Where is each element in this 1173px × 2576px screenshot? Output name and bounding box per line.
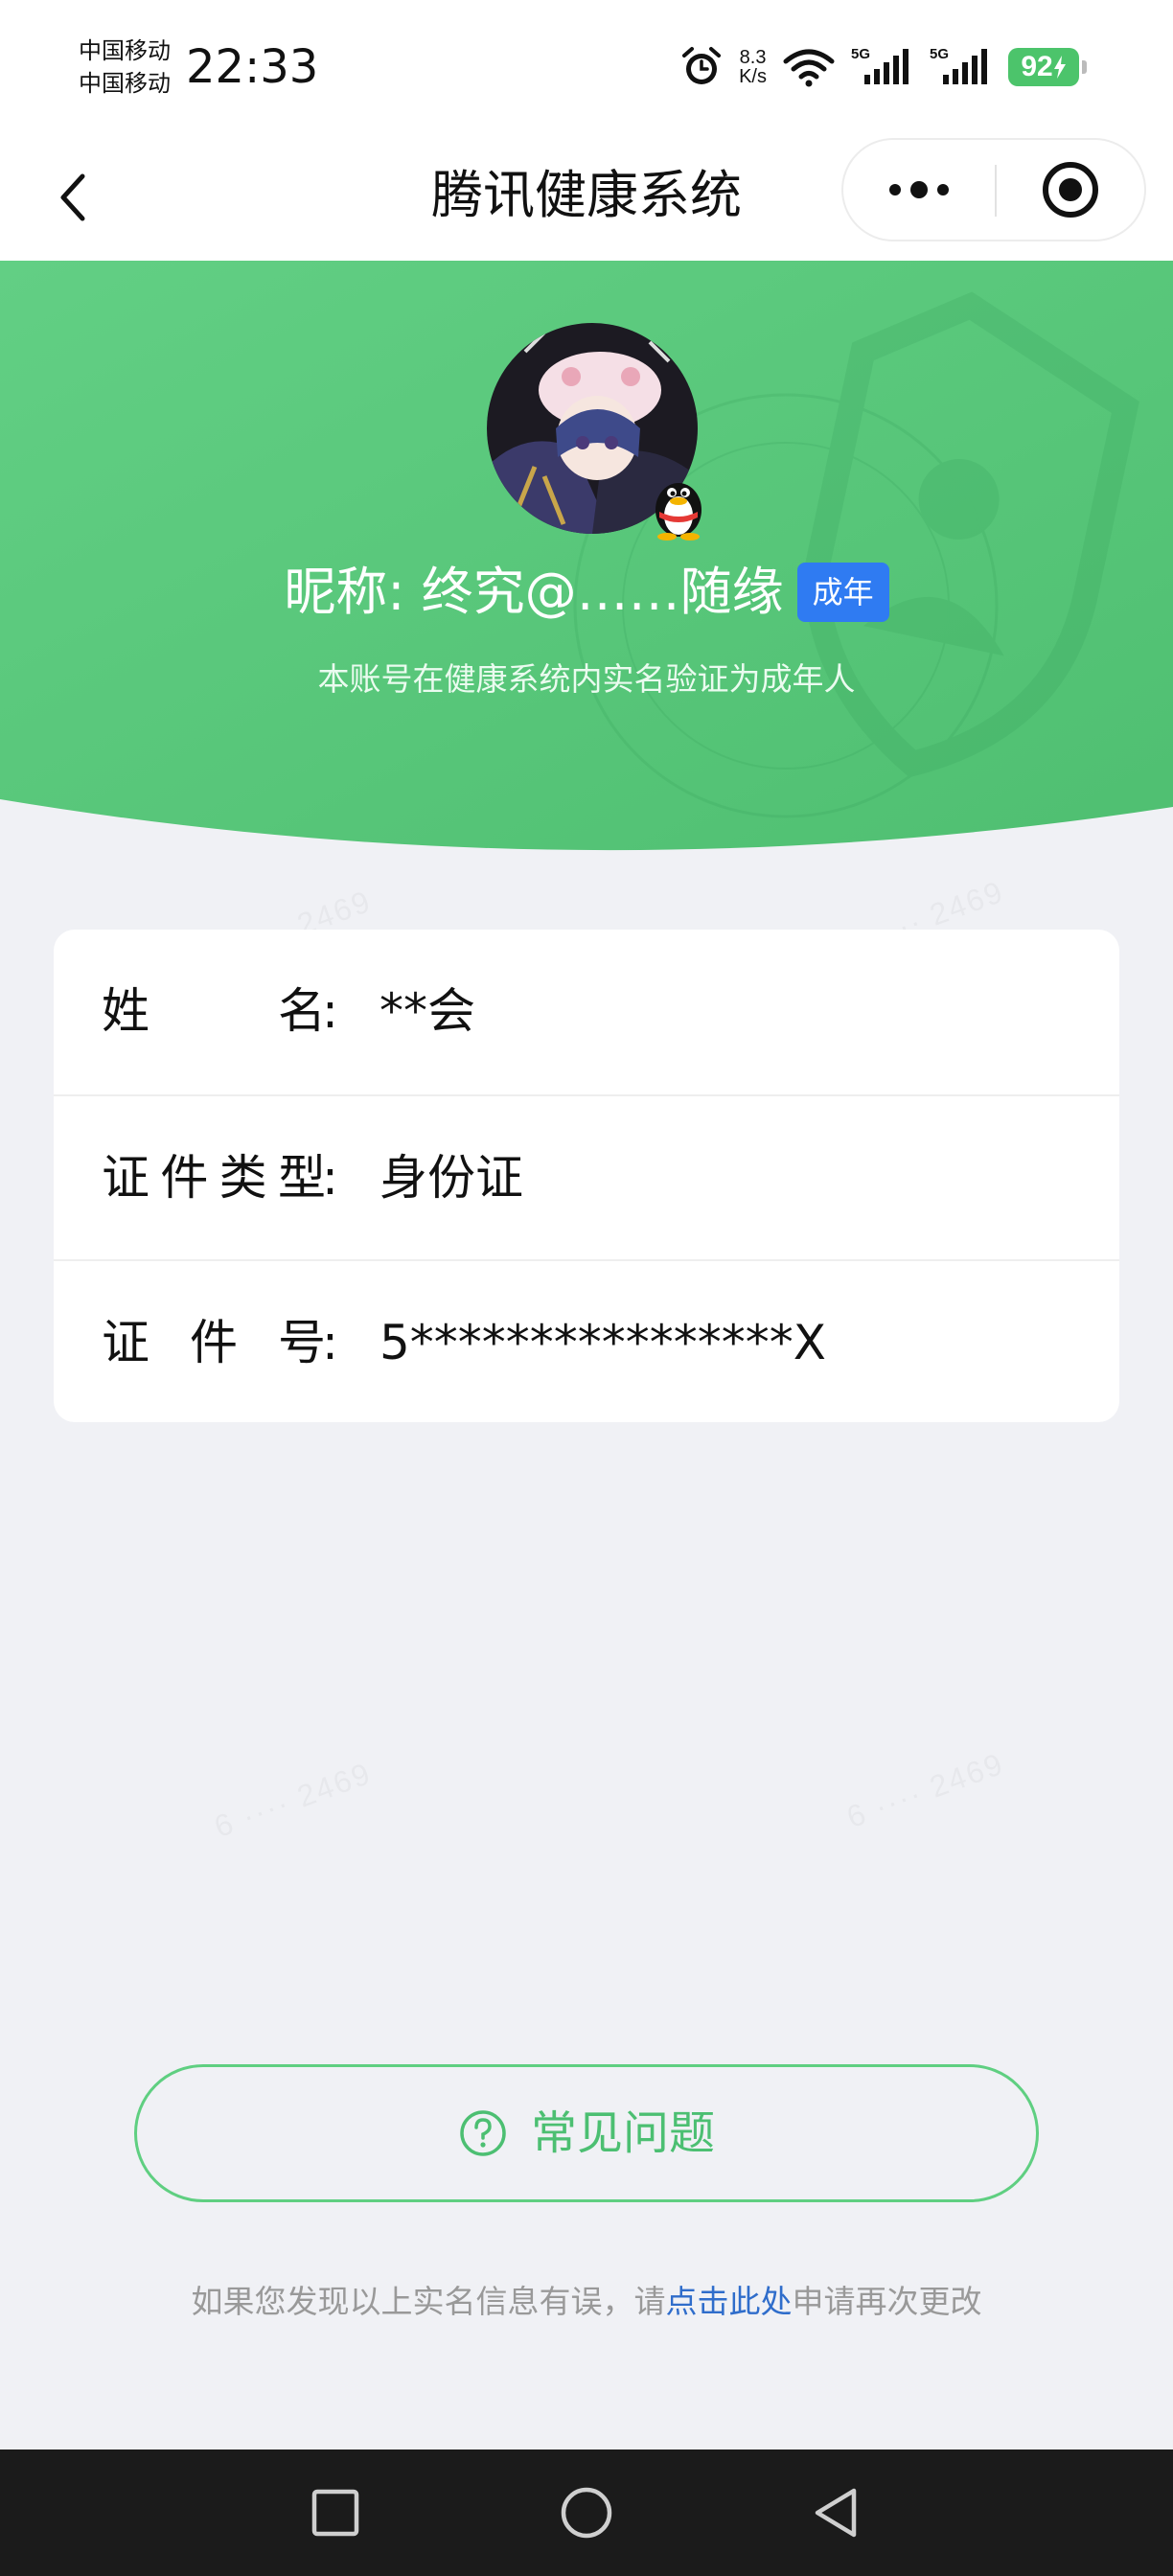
square-icon: [311, 2489, 359, 2537]
back-button[interactable]: [38, 163, 107, 232]
page-title: 腾讯健康系统: [431, 165, 742, 225]
system-navigation-bar: [0, 2450, 1173, 2576]
svg-text:5G: 5G: [851, 46, 870, 62]
correction-note: 如果您发现以上实名信息有误，请点击此处申请再次更改: [0, 2273, 1173, 2331]
status-bar: 中国移动 中国移动 22:33 8.3 K/s 5G 5G 92: [0, 0, 1173, 134]
info-row-label: 证件类型: [102, 1150, 330, 1206]
nickname-row: 昵称: 终究@……随缘 成年: [0, 554, 1173, 631]
info-row-id-number: 证件号 : 5****************X: [54, 1259, 1119, 1422]
question-circle-icon: [460, 2110, 506, 2156]
home-button[interactable]: [556, 2482, 617, 2543]
signal-bars-icon-2: 5G: [930, 46, 993, 88]
svg-text:5G: 5G: [930, 46, 949, 62]
triangle-back-icon: [815, 2488, 857, 2538]
nickname: 昵称: 终究@……随缘: [284, 562, 784, 622]
info-row-label: 证件号: [102, 1315, 330, 1370]
battery-tip: [1082, 60, 1087, 74]
back-nav-button[interactable]: [805, 2482, 866, 2543]
info-row-value: **会: [380, 983, 475, 1039]
info-row-value: 5****************X: [380, 1315, 827, 1370]
close-miniprogram-button[interactable]: [997, 140, 1144, 240]
more-dots-icon: [889, 181, 949, 198]
wifi-icon: [782, 46, 836, 88]
alarm-clock-icon: [679, 45, 724, 89]
nav-bar: 腾讯健康系统: [0, 134, 1173, 261]
miniprogram-capsule: [841, 138, 1146, 242]
net-speed: 8.3 K/s: [739, 47, 767, 87]
info-row-value: 身份证: [380, 1150, 523, 1206]
battery-indicator: 92: [1008, 48, 1087, 86]
info-row-name: 姓名 : **会: [54, 930, 1119, 1092]
watermark: 6 ···· 2469: [210, 1756, 377, 1845]
verification-description: 本账号在健康系统内实名验证为成年人: [317, 660, 856, 698]
faq-button[interactable]: 常见问题: [134, 2064, 1039, 2202]
target-circle-icon: [1043, 162, 1098, 218]
info-row-colon: :: [322, 983, 338, 1039]
qq-penguin-icon: [648, 468, 709, 540]
recent-apps-button[interactable]: [305, 2482, 366, 2543]
info-row-id-type: 证件类型 : 身份证: [54, 1094, 1119, 1259]
info-row-colon: :: [322, 1150, 338, 1206]
carrier-names: 中国移动 中国移动: [79, 34, 171, 100]
circle-icon: [561, 2487, 612, 2539]
correction-note-prefix: 如果您发现以上实名信息有误，请: [191, 2283, 666, 2320]
status-icons: 8.3 K/s 5G 5G 92: [679, 42, 1087, 92]
real-name-info-card: 姓名 : **会 证件类型 : 身份证 证件号 : 5*************…: [54, 930, 1119, 1422]
carrier-1: 中国移动: [79, 37, 171, 64]
status-time: 22:33: [186, 40, 319, 94]
correction-note-suffix: 申请再次更改: [792, 2283, 982, 2320]
profile-header: 昵称: 终究@……随缘 成年 本账号在健康系统内实名验证为成年人: [0, 261, 1173, 874]
faq-button-label: 常见问题: [530, 2106, 715, 2160]
battery-level: 92: [1008, 48, 1079, 86]
more-button[interactable]: [843, 140, 995, 240]
signal-bars-icon: 5G: [851, 46, 914, 88]
carrier-2: 中国移动: [79, 70, 171, 97]
info-row-label: 姓名: [102, 983, 330, 1039]
info-row-colon: :: [322, 1315, 338, 1370]
correction-link[interactable]: 点击此处: [666, 2283, 793, 2320]
chevron-left-icon: [60, 173, 85, 221]
adult-badge: 成年: [796, 563, 889, 622]
watermark: 6 ···· 2469: [842, 1746, 1009, 1835]
charging-bolt-icon: [1053, 56, 1066, 79]
